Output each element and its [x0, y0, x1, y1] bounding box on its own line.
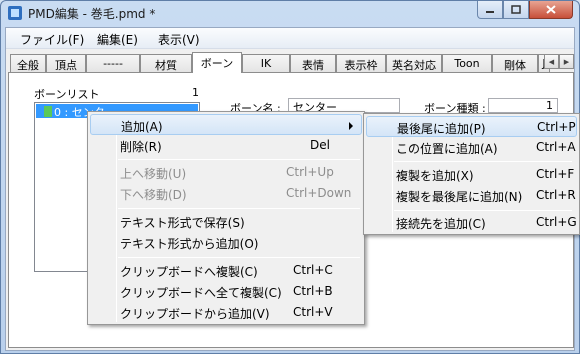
menu-copy-all[interactable]: クリップボードへ全て複製(C) Ctrl+B	[90, 281, 362, 302]
menu-copy-shortcut: Ctrl+C	[293, 263, 333, 277]
tab-blank[interactable]: -----	[86, 54, 140, 72]
menu-move-down-label: 下へ移動(D)	[120, 188, 187, 202]
menu-copy[interactable]: クリップボードへ複製(C) Ctrl+C	[90, 260, 362, 281]
menu-bar: ファイル(F) 編集(E) 表示(V)	[6, 28, 574, 49]
submenu-duplicate-append-shortcut: Ctrl+R	[536, 188, 576, 202]
menu-delete-label: 削除(R)	[120, 140, 162, 154]
menu-move-up-shortcut: Ctrl+Up	[286, 165, 334, 179]
menu-separator	[118, 257, 360, 258]
minimize-icon	[486, 10, 494, 13]
tab-bar: 全般 頂点 ----- 材質 ボーン IK 表情 表示枠 英名対応 Toon 剛…	[8, 52, 574, 73]
menu-separator	[118, 208, 360, 209]
submenu-append-shortcut: Ctrl+P	[537, 120, 576, 134]
submenu-duplicate-shortcut: Ctrl+F	[536, 167, 575, 181]
window-controls	[477, 1, 573, 21]
add-submenu: 最後尾に追加(P) Ctrl+P この位置に追加(A) Ctrl+A 複製を追加…	[363, 113, 580, 235]
tab-scroll-right[interactable]: ▶	[559, 54, 574, 69]
menu-move-up-label: 上へ移動(U)	[120, 167, 187, 181]
tab-general[interactable]: 全般	[10, 54, 46, 72]
tab-rigid-body[interactable]: 剛体	[492, 54, 538, 72]
submenu-arrow-icon	[349, 122, 353, 130]
submenu-insert-here-shortcut: Ctrl+A	[536, 140, 576, 154]
submenu-add-connection-label: 接続先を追加(C)	[396, 217, 486, 231]
close-button[interactable]	[529, 1, 573, 19]
minimize-button[interactable]	[477, 1, 503, 19]
tab-english-name[interactable]: 英名対応	[386, 54, 442, 72]
menu-file[interactable]: ファイル(F)	[20, 31, 84, 48]
bone-list-count: 1	[192, 86, 199, 99]
menu-delete[interactable]: 削除(R) Del	[90, 135, 362, 156]
menu-paste-shortcut: Ctrl+V	[293, 305, 333, 319]
menu-copy-all-shortcut: Ctrl+B	[293, 284, 333, 298]
close-icon	[546, 5, 556, 14]
tab-ik[interactable]: IK	[242, 54, 290, 72]
tab-morph[interactable]: 表情	[290, 54, 336, 72]
menu-add[interactable]: 追加(A)	[90, 114, 362, 135]
chevron-left-icon: ◀	[548, 57, 555, 66]
menu-copy-all-label: クリップボードへ全て複製(C)	[120, 286, 282, 300]
title-bar[interactable]: PMD編集 - 巻毛.pmd *	[1, 1, 579, 27]
menu-separator	[394, 161, 572, 162]
tab-toon[interactable]: Toon	[442, 54, 492, 72]
maximize-button[interactable]	[503, 1, 529, 19]
menu-add-from-text-label: テキスト形式から追加(O)	[120, 237, 259, 251]
menu-delete-shortcut: Del	[310, 138, 330, 152]
submenu-duplicate-append[interactable]: 複製を最後尾に追加(N) Ctrl+R	[366, 185, 577, 206]
tab-material[interactable]: 材質	[140, 54, 192, 72]
app-window: PMD編集 - 巻毛.pmd * ファイル(F) 編集(E) 表示(V) 全般 …	[0, 0, 580, 354]
menu-edit[interactable]: 編集(E)	[97, 31, 138, 48]
submenu-duplicate[interactable]: 複製を追加(X) Ctrl+F	[366, 164, 577, 185]
menu-add-from-text[interactable]: テキスト形式から追加(O)	[90, 232, 362, 253]
submenu-insert-here[interactable]: この位置に追加(A) Ctrl+A	[366, 137, 577, 158]
window-title: PMD編集 - 巻毛.pmd *	[28, 7, 156, 21]
submenu-append-label: 最後尾に追加(P)	[397, 122, 486, 136]
menu-view[interactable]: 表示(V)	[158, 31, 200, 48]
submenu-duplicate-label: 複製を追加(X)	[396, 169, 474, 183]
submenu-append[interactable]: 最後尾に追加(P) Ctrl+P	[366, 116, 577, 137]
menu-separator	[394, 210, 572, 211]
bone-type-field[interactable]: 1	[488, 98, 558, 113]
menu-save-text-label: テキスト形式で保存(S)	[120, 216, 245, 230]
menu-separator	[118, 159, 360, 160]
submenu-duplicate-append-label: 複製を最後尾に追加(N)	[396, 190, 523, 204]
menu-save-text[interactable]: テキスト形式で保存(S)	[90, 211, 362, 232]
tab-vertex[interactable]: 頂点	[46, 54, 86, 72]
menu-add-label: 追加(A)	[121, 120, 163, 134]
menu-copy-label: クリップボードへ複製(C)	[120, 265, 258, 279]
tab-display-frame[interactable]: 表示枠	[336, 54, 386, 72]
menu-move-up[interactable]: 上へ移動(U) Ctrl+Up	[90, 162, 362, 183]
menu-move-down-shortcut: Ctrl+Down	[286, 186, 352, 200]
tab-bone[interactable]: ボーン	[192, 52, 242, 73]
menu-paste[interactable]: クリップボードから追加(V) Ctrl+V	[90, 302, 362, 323]
bone-marker-icon	[44, 106, 52, 117]
submenu-insert-here-label: この位置に追加(A)	[396, 142, 498, 156]
context-menu: 追加(A) 削除(R) Del 上へ移動(U) Ctrl+Up 下へ移動(D) …	[87, 111, 365, 325]
submenu-add-connection[interactable]: 接続先を追加(C) Ctrl+G	[366, 212, 577, 233]
app-icon	[8, 6, 22, 20]
submenu-add-connection-shortcut: Ctrl+G	[536, 215, 577, 229]
maximize-icon	[511, 5, 521, 14]
menu-paste-label: クリップボードから追加(V)	[120, 307, 270, 321]
tab-scroll-left[interactable]: ◀	[544, 54, 559, 69]
menu-move-down[interactable]: 下へ移動(D) Ctrl+Down	[90, 183, 362, 204]
chevron-right-icon: ▶	[563, 57, 570, 66]
bone-list-label: ボーンリスト	[34, 88, 100, 101]
